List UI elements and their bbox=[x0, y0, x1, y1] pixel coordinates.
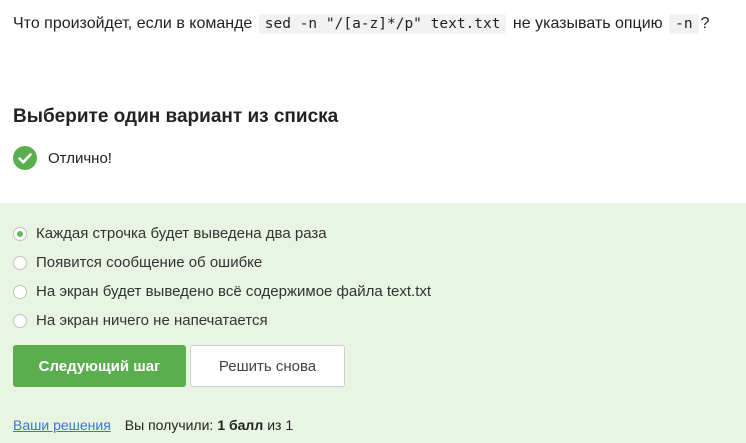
question-text-before: Что произойдет, если в команде bbox=[13, 15, 253, 32]
option-label: Появится сообщение об ошибке bbox=[36, 254, 263, 271]
feedback-text: Отлично! bbox=[48, 149, 112, 167]
option-item[interactable]: На экран будет выведено всё содержимое ф… bbox=[13, 277, 431, 306]
task-heading: Выберите один вариант из списка bbox=[13, 106, 339, 127]
question-text: Что произойдет, если в команде sed -n "/… bbox=[13, 12, 709, 36]
next-step-button[interactable]: Следующий шаг bbox=[13, 345, 186, 387]
score-label: Вы получили: bbox=[124, 417, 214, 433]
question-text-after: ? bbox=[700, 15, 710, 32]
option-item[interactable]: Каждая строчка будет выведена два раза bbox=[13, 219, 431, 248]
feedback-message: Отлично! bbox=[13, 146, 112, 170]
option-item[interactable]: На экран ничего не напечатается bbox=[13, 306, 431, 335]
score-value: 1 балл bbox=[217, 417, 264, 433]
question-text-middle: не указывать опцию bbox=[512, 15, 663, 32]
code-option: -n bbox=[669, 14, 699, 34]
option-item[interactable]: Появится сообщение об ошибке bbox=[13, 248, 431, 277]
answer-panel: Каждая строчка будет выведена два раза П… bbox=[0, 203, 746, 443]
score-footer: Ваши решения Вы получили: 1 балл из 1 bbox=[13, 417, 293, 433]
radio-button[interactable] bbox=[13, 255, 27, 270]
option-label: Каждая строчка будет выведена два раза bbox=[36, 225, 327, 242]
radio-button[interactable] bbox=[13, 313, 27, 328]
code-command: sed -n "/[a-z]*/p" text.txt bbox=[258, 14, 507, 34]
retry-button[interactable]: Решить снова bbox=[190, 345, 345, 387]
options-list: Каждая строчка будет выведена два раза П… bbox=[13, 219, 431, 335]
option-label: На экран будет выведено всё содержимое ф… bbox=[36, 283, 432, 300]
your-solutions-link[interactable]: Ваши решения bbox=[13, 417, 111, 433]
action-buttons: Следующий шаг Решить снова bbox=[13, 345, 345, 387]
check-circle-icon bbox=[13, 146, 37, 170]
radio-button[interactable] bbox=[13, 284, 27, 299]
option-label: На экран ничего не напечатается bbox=[36, 312, 268, 329]
score-suffix: из 1 bbox=[267, 417, 294, 433]
radio-button-selected[interactable] bbox=[13, 226, 27, 241]
